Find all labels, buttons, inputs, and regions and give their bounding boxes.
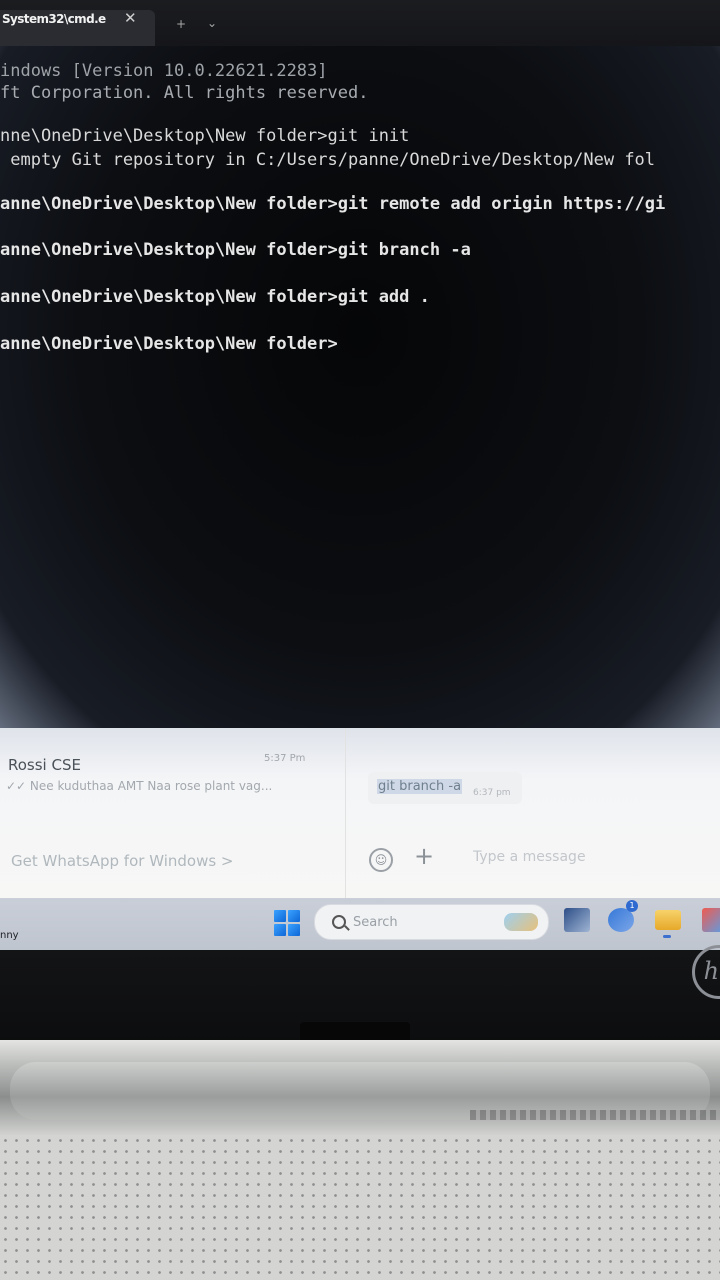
attach-plus-icon[interactable]: + bbox=[414, 842, 434, 870]
terminal-line: anne\OneDrive\Desktop\New folder>git rem… bbox=[0, 194, 666, 214]
message-text: git branch -a bbox=[377, 779, 463, 794]
message-time: 6:37 pm bbox=[473, 788, 511, 798]
terminal-line: anne\OneDrive\Desktop\New folder>git add… bbox=[0, 287, 430, 307]
chevron-down-icon[interactable]: ⌄ bbox=[207, 16, 217, 30]
plus-icon[interactable]: + bbox=[176, 17, 186, 31]
weather-widget[interactable]: nny bbox=[0, 930, 19, 941]
search-icon bbox=[332, 915, 346, 929]
chat-name[interactable]: Rossi CSE bbox=[8, 756, 81, 774]
bezel-hinge-tab bbox=[300, 1022, 410, 1042]
terminal-line: anne\OneDrive\Desktop\New folder>git bra… bbox=[0, 240, 471, 260]
vent-grille bbox=[470, 1110, 720, 1120]
file-explorer-icon[interactable] bbox=[655, 910, 681, 930]
terminal-tab-bar: System32\cmd.e ✕ + ⌄ bbox=[0, 0, 720, 46]
emoji-icon[interactable]: ☺ bbox=[369, 848, 393, 872]
terminal-line: nne\OneDrive\Desktop\New folder>git init bbox=[0, 126, 410, 146]
message-input[interactable]: Type a message bbox=[473, 849, 586, 865]
windows-start-icon[interactable] bbox=[274, 910, 300, 936]
chat-preview[interactable]: ✓✓ Nee kuduthaa AMT Naa rose plant vag..… bbox=[6, 779, 272, 793]
store-icon[interactable] bbox=[702, 908, 720, 932]
terminal-prompt[interactable]: anne\OneDrive\Desktop\New folder> bbox=[0, 332, 338, 356]
speaker-grille bbox=[0, 1135, 720, 1280]
taskbar-search-box[interactable]: Search bbox=[314, 904, 549, 940]
chat-time: 5:37 Pm bbox=[264, 753, 306, 764]
close-icon[interactable]: ✕ bbox=[124, 9, 137, 27]
notification-badge: 1 bbox=[626, 900, 638, 912]
task-view-icon[interactable] bbox=[564, 908, 590, 932]
search-placeholder: Search bbox=[353, 915, 398, 930]
search-highlight-icon bbox=[504, 913, 538, 931]
active-app-indicator bbox=[663, 935, 671, 938]
get-whatsapp-link[interactable]: Get WhatsApp for Windows > bbox=[11, 852, 234, 870]
terminal-line: ft Corporation. All rights reserved. bbox=[0, 83, 369, 103]
taskbar: nny Search bbox=[0, 898, 720, 950]
terminal-line: empty Git repository in C:/Users/panne/O… bbox=[0, 150, 656, 170]
whatsapp-window: Rossi CSE 5:37 Pm ✓✓ Nee kuduthaa AMT Na… bbox=[0, 728, 720, 898]
terminal-window: System32\cmd.e ✕ + ⌄ indows [Version 10.… bbox=[0, 0, 720, 740]
terminal-tab-title: System32\cmd.e bbox=[2, 12, 106, 26]
terminal-line: indows [Version 10.0.22621.2283] bbox=[0, 61, 328, 81]
terminal-output[interactable]: indows [Version 10.0.22621.2283] ft Corp… bbox=[0, 55, 720, 354]
pane-divider bbox=[345, 728, 346, 898]
